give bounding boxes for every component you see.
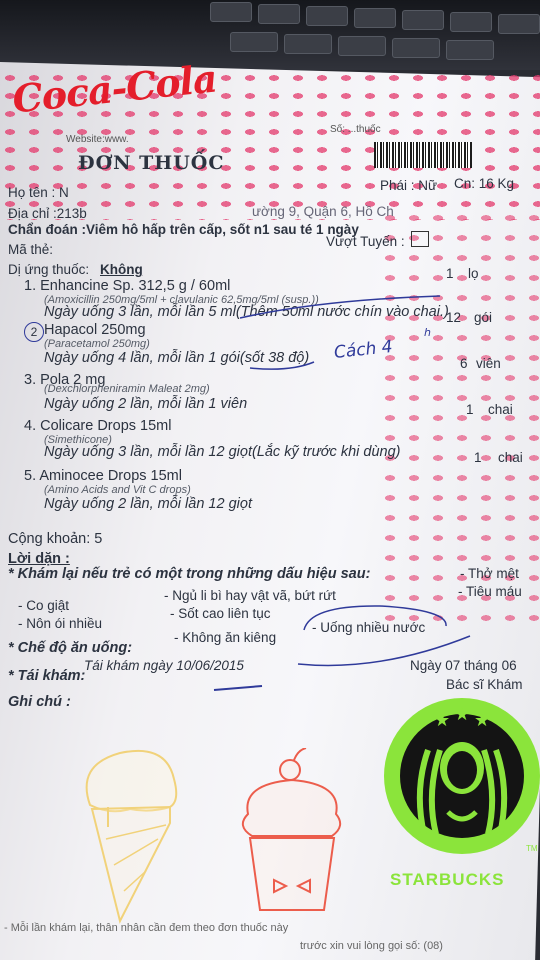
star-icon: ★	[474, 710, 491, 730]
siren-icon	[416, 742, 508, 835]
pen-stroke	[213, 685, 263, 691]
photo-stage: { "stickers": { "coca_cola": "Coca-Cola"…	[0, 0, 540, 960]
pen-underline	[239, 295, 441, 319]
cherry-stem	[293, 748, 307, 761]
ice-cream-sticker	[85, 749, 178, 924]
ice-cream-scoop-icon	[85, 749, 178, 813]
star-icon: ★	[434, 710, 451, 730]
cupcake-wrapper-icon	[248, 837, 336, 911]
pen-circle	[303, 605, 447, 631]
cupcake-frosting-icon	[241, 778, 342, 837]
pen-underline	[297, 635, 471, 667]
starbucks-wordmark: STARBUCKS	[390, 870, 505, 889]
cherry-icon	[279, 759, 301, 781]
starbucks-trademark: TM	[526, 844, 538, 853]
pen-underline	[249, 361, 315, 370]
ice-cream-cone-icon	[90, 805, 171, 924]
star-icon: ★	[454, 704, 471, 724]
cupcake-sticker	[241, 748, 342, 911]
siren-tail	[446, 810, 478, 822]
siren-face-inner	[447, 751, 477, 789]
